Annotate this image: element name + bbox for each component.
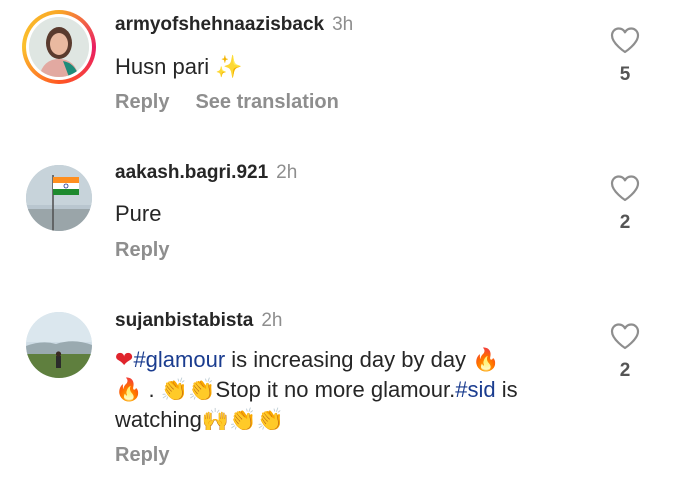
comment-actions: Reply bbox=[115, 239, 195, 262]
comment-username[interactable]: sujanbistabista 2h bbox=[115, 310, 282, 332]
comment-time: 2h bbox=[261, 310, 283, 331]
comment-username[interactable]: armyofshehnaazisback 3h bbox=[115, 14, 353, 36]
sparkles-icon: ✨ bbox=[215, 55, 243, 80]
comment-actions: Reply See translation bbox=[115, 91, 365, 114]
reply-button[interactable]: Reply bbox=[115, 91, 169, 113]
avatar-story-ring[interactable] bbox=[22, 10, 96, 84]
avatar[interactable] bbox=[26, 312, 92, 378]
reply-button[interactable]: Reply bbox=[115, 444, 169, 466]
heart-icon[interactable] bbox=[610, 26, 640, 54]
fire-icon: 🔥 bbox=[472, 348, 500, 373]
comment-actions: Reply bbox=[115, 444, 195, 467]
avatar[interactable] bbox=[26, 165, 92, 231]
like-count: 5 bbox=[619, 64, 631, 85]
hashtag-link[interactable]: #sid bbox=[455, 377, 495, 402]
like-count: 2 bbox=[619, 212, 631, 233]
comment-text: Pure bbox=[115, 201, 162, 226]
clapping-hands-icon: 👏👏 bbox=[160, 378, 216, 403]
see-translation-button[interactable]: See translation bbox=[195, 91, 338, 113]
comment-time: 3h bbox=[332, 14, 354, 35]
heart-icon[interactable] bbox=[610, 174, 640, 202]
avatar bbox=[29, 17, 89, 77]
like-group: 2 bbox=[608, 322, 642, 382]
red-heart-icon: ❤ bbox=[115, 348, 134, 373]
hashtag-link[interactable]: #glamour bbox=[133, 347, 225, 372]
comment-username[interactable]: aakash.bagri.921 2h bbox=[115, 162, 297, 184]
heart-icon[interactable] bbox=[610, 322, 640, 350]
like-count: 2 bbox=[619, 360, 631, 381]
like-group: 5 bbox=[608, 26, 642, 86]
raised-hands-icon: 🙌👏👏 bbox=[201, 408, 285, 433]
comment-text: ❤#glamour is increasing day by day 🔥 🔥 . … bbox=[115, 347, 518, 433]
like-group: 2 bbox=[608, 174, 642, 234]
fire-icon: 🔥 bbox=[115, 378, 143, 403]
comment-time: 2h bbox=[276, 162, 298, 183]
comment-text: Husn pari ✨ bbox=[115, 54, 243, 80]
reply-button[interactable]: Reply bbox=[115, 239, 169, 261]
